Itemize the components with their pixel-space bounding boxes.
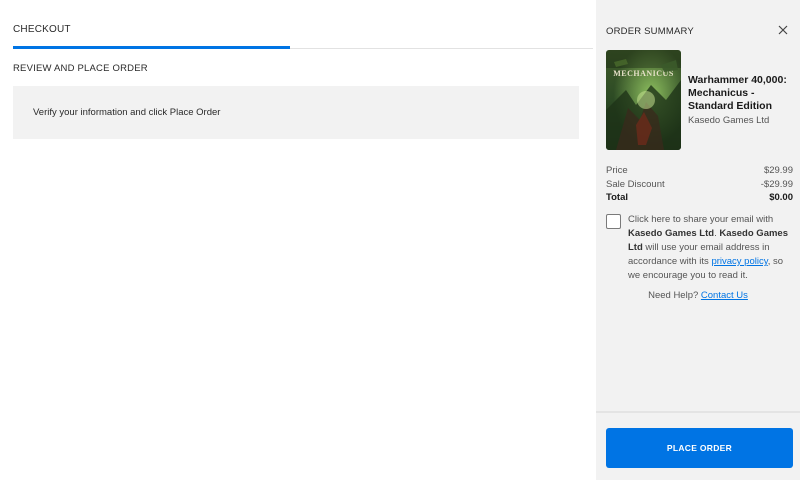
close-icon[interactable] xyxy=(776,23,790,37)
info-box: Verify your information and click Place … xyxy=(13,86,579,139)
price-label: Price xyxy=(606,165,628,176)
total-label: Total xyxy=(606,192,628,203)
share-email-consent-text: Click here to share your email with Kase… xyxy=(628,214,788,281)
discount-label: Sale Discount xyxy=(606,179,665,190)
order-summary-panel: ORDER SUMMARY MECHANICUS Warhammer 40,00… xyxy=(596,0,800,480)
order-summary-title: ORDER SUMMARY xyxy=(606,26,694,37)
tab-checkout[interactable]: CHECKOUT xyxy=(13,24,71,35)
footer-divider xyxy=(596,411,800,413)
total-value: $0.00 xyxy=(769,192,793,203)
need-help-label: Need Help? xyxy=(648,290,699,301)
contact-us-link[interactable]: Contact Us xyxy=(701,290,748,301)
checkout-panel: CHECKOUT REVIEW AND PLACE ORDER Verify y… xyxy=(0,0,596,480)
section-title: REVIEW AND PLACE ORDER xyxy=(13,63,148,74)
product-title: Warhammer 40,000: Mechanicus - Standard … xyxy=(688,74,787,112)
info-message: Verify your information and click Place … xyxy=(33,107,221,118)
need-help: Need Help? Contact Us xyxy=(596,290,800,301)
publisher-name: Kasedo Games Ltd xyxy=(628,228,715,239)
product-publisher: Kasedo Games Ltd xyxy=(688,115,770,126)
share-email-checkbox[interactable] xyxy=(606,214,621,229)
privacy-policy-link[interactable]: privacy policy xyxy=(711,256,767,267)
discount-value: -$29.99 xyxy=(760,179,793,190)
place-order-button[interactable]: PLACE ORDER xyxy=(606,428,793,468)
tab-active-indicator xyxy=(13,46,290,49)
price-value: $29.99 xyxy=(763,165,793,176)
product-cover-image: MECHANICUS xyxy=(606,50,681,150)
